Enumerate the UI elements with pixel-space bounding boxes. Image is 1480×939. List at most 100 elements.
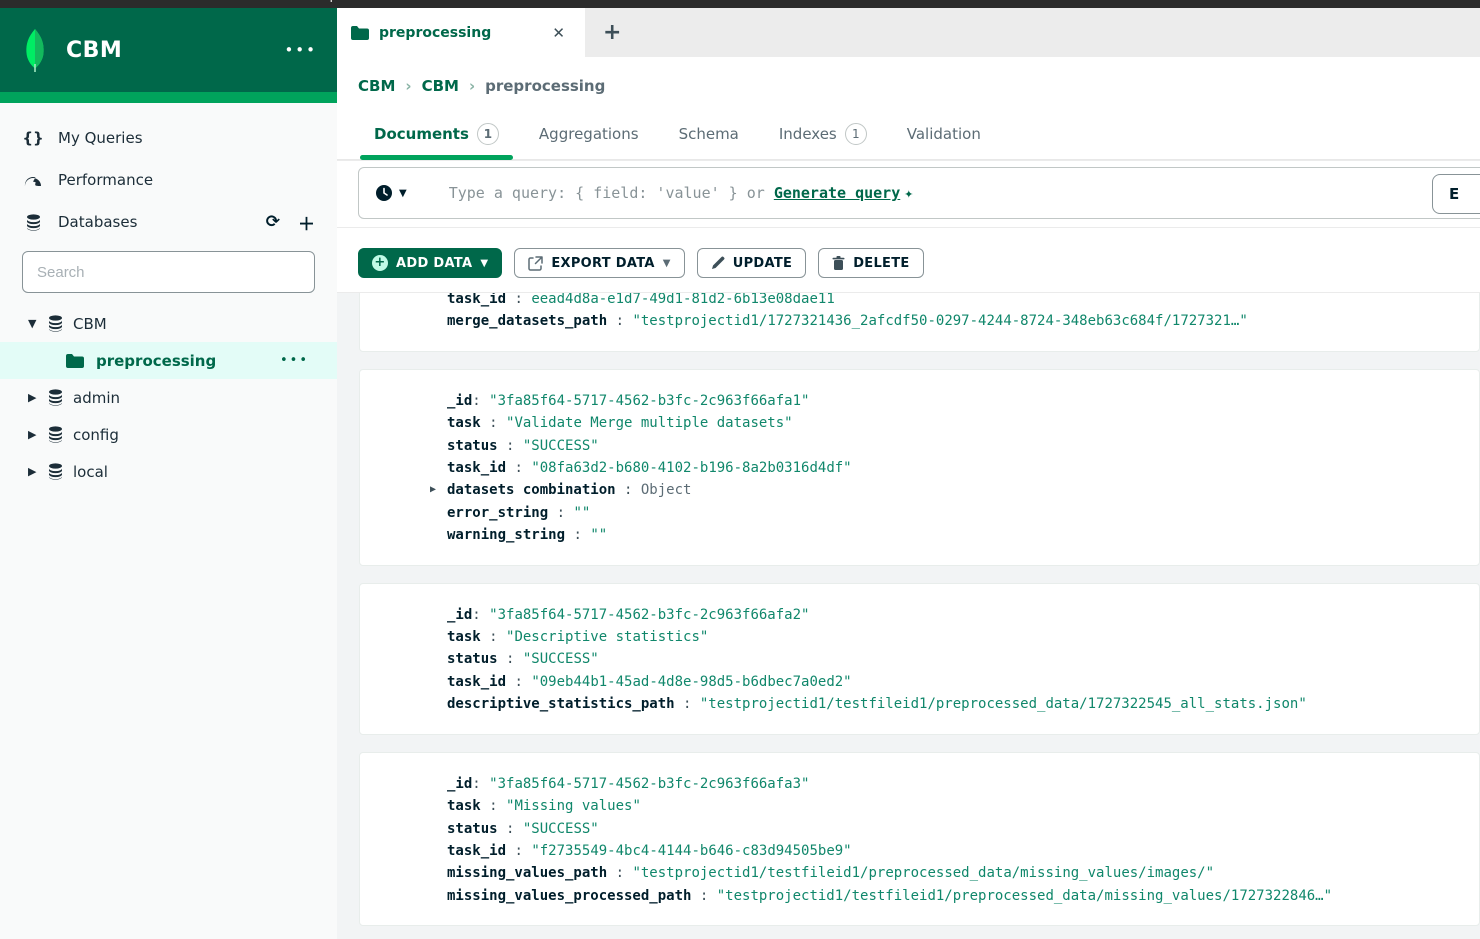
field-value[interactable]: "" (573, 505, 590, 521)
field-row[interactable]: status : "SUCCESS" (360, 648, 1479, 670)
field-separator: : (506, 842, 532, 859)
field-row[interactable]: _id: "3fa85f64-5717-4562-b3fc-2c963f66af… (360, 604, 1479, 626)
field-row[interactable]: task_id : "f2735549-4bc4-4144-b646-c83d9… (360, 840, 1479, 862)
query-history-button[interactable]: ▼ (375, 184, 407, 202)
field-value[interactable]: "SUCCESS" (523, 651, 599, 667)
field-row[interactable]: task : "Missing values" (360, 795, 1479, 817)
update-button[interactable]: UPDATE (696, 248, 807, 278)
field-value[interactable]: "testprojectid1/testfileid1/preprocessed… (717, 888, 1332, 904)
field-row[interactable]: task_id : "08fa63d2-b680-4102-b196-8a2b0… (360, 457, 1479, 479)
document-card[interactable]: _id: "3fa85f64-5717-4562-b3fc-2c963f66af… (359, 368, 1480, 566)
field-value[interactable]: "Validate Merge multiple datasets" (506, 415, 793, 431)
sidebar-item-my-queries[interactable]: {} My Queries (0, 117, 337, 159)
field-row[interactable]: status : "SUCCESS" (360, 818, 1479, 840)
chevron-right-icon[interactable]: ▶ (28, 391, 42, 404)
workspace-tab-preprocessing[interactable]: preprocessing ✕ (337, 8, 585, 57)
field-row[interactable]: task_id : "09eb44b1-45ad-4d8e-98d5-b6dbe… (360, 671, 1479, 693)
field-value[interactable]: eead4d8a-e1d7-49d1-81d2-6b13e08dae11 (531, 293, 834, 307)
workspace-tab-label: preprocessing (379, 24, 492, 41)
chevron-down-icon[interactable]: ▼ (28, 317, 42, 330)
field-row[interactable]: error_string : "" (360, 502, 1479, 524)
field-value[interactable]: "testprojectid1/1727321436_2afcdf50-0297… (632, 313, 1247, 329)
delete-button[interactable]: DELETE (818, 248, 924, 278)
field-key: _id (447, 775, 473, 792)
document-card[interactable]: _id: "3fa85f64-5717-4562-b3fc-2c963f66af… (359, 582, 1480, 735)
breadcrumb-database[interactable]: CBM (422, 77, 459, 95)
tab-schema[interactable]: Schema (663, 113, 755, 159)
field-row[interactable]: task_id : eead4d8a-e1d7-49d1-81d2-6b13e0… (360, 293, 1479, 310)
field-row[interactable]: descriptive_statistics_path : "testproje… (360, 693, 1479, 715)
field-value[interactable]: "Missing values" (506, 798, 641, 814)
create-database-icon[interactable]: ＋ (298, 210, 315, 235)
delete-label: DELETE (853, 255, 910, 271)
new-tab-button[interactable]: + (585, 14, 639, 51)
field-row[interactable]: merge_datasets_path : "testprojectid1/17… (360, 310, 1479, 332)
export-icon (528, 255, 544, 271)
field-key: task (447, 798, 481, 815)
field-row[interactable]: missing_values_path : "testprojectid1/te… (360, 862, 1479, 884)
field-value[interactable]: "testprojectid1/testfileid1/preprocessed… (700, 696, 1307, 712)
connection-menu-button[interactable]: ••• (284, 41, 317, 59)
menu-help[interactable]: Help (308, 0, 338, 3)
field-value[interactable]: "08fa63d2-b680-4102-b196-8a2b0316d4df" (531, 460, 851, 476)
expand-field-icon[interactable]: ▶ (430, 479, 436, 501)
tab-validation[interactable]: Validation (891, 113, 997, 159)
field-value[interactable]: "3fa85f64-5717-4562-b3fc-2c963f66afa2" (489, 607, 809, 623)
query-input-bar[interactable]: ▼ Type a query: { field: 'value' } or Ge… (358, 167, 1480, 219)
add-data-button[interactable]: + ADD DATA ▼ (358, 248, 503, 278)
chevron-down-icon: ▼ (662, 257, 671, 269)
chevron-right-icon: › (468, 77, 476, 95)
tree-database-label: local (73, 462, 108, 481)
tree-database-config[interactable]: ▶ config (0, 416, 337, 453)
search-input[interactable] (22, 251, 315, 293)
breadcrumb-connection[interactable]: CBM (358, 77, 395, 95)
field-key: missing_values_processed_path (447, 887, 692, 904)
field-value[interactable]: "testprojectid1/testfileid1/preprocessed… (632, 865, 1214, 881)
field-row[interactable]: missing_values_processed_path : "testpro… (360, 885, 1479, 907)
field-value[interactable]: "3fa85f64-5717-4562-b3fc-2c963f66afa1" (489, 393, 809, 409)
tab-aggregations[interactable]: Aggregations (523, 113, 655, 159)
field-value[interactable]: "3fa85f64-5717-4562-b3fc-2c963f66afa3" (489, 776, 809, 792)
field-row[interactable]: task : "Validate Merge multiple datasets… (360, 412, 1479, 434)
field-value[interactable]: "09eb44b1-45ad-4d8e-98d5-b6dbec7a0ed2" (531, 674, 851, 690)
tree-database-cbm[interactable]: ▼ CBM (0, 305, 337, 342)
field-value[interactable]: "SUCCESS" (523, 438, 599, 454)
document-card[interactable]: task_id : eead4d8a-e1d7-49d1-81d2-6b13e0… (359, 293, 1480, 352)
tree-database-admin[interactable]: ▶ admin (0, 379, 337, 416)
document-list[interactable]: task_id : eead4d8a-e1d7-49d1-81d2-6b13e0… (337, 292, 1480, 939)
refresh-databases-icon[interactable]: ⟳ (266, 212, 280, 232)
menu-view[interactable]: View (157, 0, 188, 3)
tab-documents[interactable]: Documents 1 (358, 113, 515, 160)
field-key: task_id (447, 842, 507, 859)
field-row[interactable]: status : "SUCCESS" (360, 435, 1479, 457)
chevron-right-icon[interactable]: ▶ (28, 465, 42, 478)
menu-edit[interactable]: Edit (104, 0, 129, 3)
field-value[interactable]: "Descriptive statistics" (506, 629, 708, 645)
document-card[interactable]: _id: "3fa85f64-5717-4562-b3fc-2c963f66af… (359, 751, 1480, 927)
field-value[interactable]: "SUCCESS" (523, 821, 599, 837)
collection-menu-button[interactable]: ••• (280, 353, 309, 368)
explain-button[interactable]: E (1432, 174, 1480, 214)
export-data-button[interactable]: EXPORT DATA ▼ (514, 248, 685, 278)
close-tab-icon[interactable]: ✕ (546, 22, 571, 44)
field-row[interactable]: _id: "3fa85f64-5717-4562-b3fc-2c963f66af… (360, 390, 1479, 412)
field-key: task (447, 415, 481, 432)
tree-collection-preprocessing[interactable]: preprocessing ••• (0, 342, 337, 379)
generate-query-link[interactable]: Generate query (774, 184, 900, 202)
field-value[interactable]: "" (590, 527, 607, 543)
field-value[interactable]: "f2735549-4bc4-4144-b646-c83d94505be9" (531, 843, 851, 859)
braces-icon: {} (22, 129, 44, 147)
field-row[interactable]: warning_string : "" (360, 524, 1479, 546)
tab-indexes[interactable]: Indexes 1 (763, 113, 883, 159)
field-row[interactable]: ▶ datasets combination : Object (360, 479, 1479, 501)
menu-collection[interactable]: Collection (216, 0, 280, 3)
field-row[interactable]: task : "Descriptive statistics" (360, 626, 1479, 648)
tree-database-local[interactable]: ▶ local (0, 453, 337, 490)
field-separator: : (480, 629, 507, 646)
menu-connect[interactable]: Connect (22, 0, 76, 3)
chevron-right-icon[interactable]: ▶ (28, 428, 42, 441)
field-value[interactable]: Object (641, 482, 692, 498)
sidebar-item-performance[interactable]: Performance (0, 159, 337, 201)
sidebar-item-databases[interactable]: Databases ⟳ ＋ (0, 201, 337, 243)
field-row[interactable]: _id: "3fa85f64-5717-4562-b3fc-2c963f66af… (360, 773, 1479, 795)
